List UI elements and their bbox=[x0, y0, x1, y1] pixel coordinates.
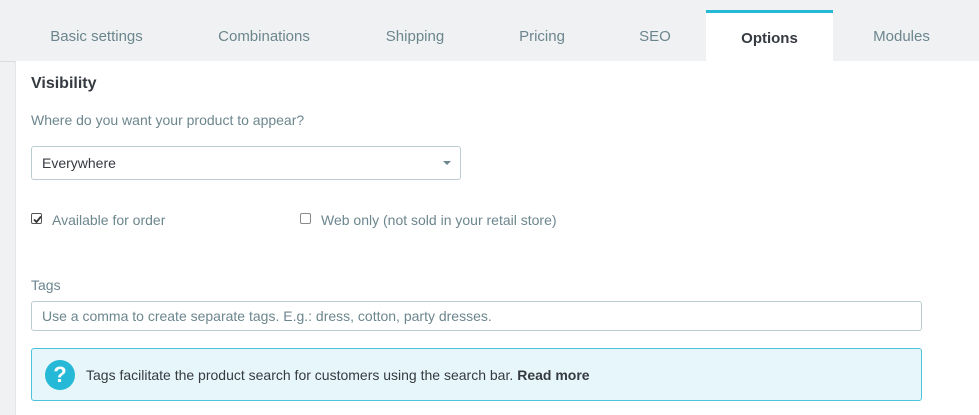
web-only-label: Web only (not sold in your retail store) bbox=[321, 212, 557, 228]
tab-options[interactable]: Options bbox=[706, 10, 833, 63]
product-tabs: Basic settings Combinations Shipping Pri… bbox=[0, 0, 979, 63]
available-for-order-option[interactable]: Available for order bbox=[31, 212, 165, 228]
tab-modules[interactable]: Modules bbox=[833, 10, 970, 62]
web-only-option[interactable]: Web only (not sold in your retail store) bbox=[300, 212, 557, 228]
tags-info-text: Tags facilitate the product search for c… bbox=[86, 366, 514, 383]
tags-input[interactable] bbox=[31, 301, 922, 331]
read-more-link[interactable]: Read more bbox=[517, 367, 589, 383]
tags-label: Tags bbox=[31, 277, 61, 293]
question-icon: ? bbox=[45, 359, 75, 390]
available-for-order-checkbox[interactable] bbox=[31, 212, 42, 224]
visibility-question: Where do you want your product to appear… bbox=[31, 112, 305, 128]
checkmark-icon bbox=[33, 215, 42, 223]
web-only-checkbox[interactable] bbox=[300, 212, 311, 224]
tab-combinations[interactable]: Combinations bbox=[178, 10, 350, 62]
visibility-selected-value: Everywhere bbox=[42, 155, 116, 171]
visibility-title: Visibility bbox=[31, 75, 97, 92]
tab-pricing[interactable]: Pricing bbox=[480, 10, 604, 62]
tab-seo[interactable]: SEO bbox=[604, 10, 706, 62]
caret-down-icon bbox=[443, 161, 451, 165]
tab-shipping[interactable]: Shipping bbox=[350, 10, 480, 62]
visibility-select[interactable]: Everywhere bbox=[31, 146, 461, 180]
tags-info-alert: ? Tags facilitate the product search for… bbox=[31, 348, 922, 401]
options-panel: Visibility Where do you want your produc… bbox=[15, 61, 979, 415]
tab-basic-settings[interactable]: Basic settings bbox=[15, 10, 178, 62]
available-for-order-label: Available for order bbox=[52, 212, 166, 228]
